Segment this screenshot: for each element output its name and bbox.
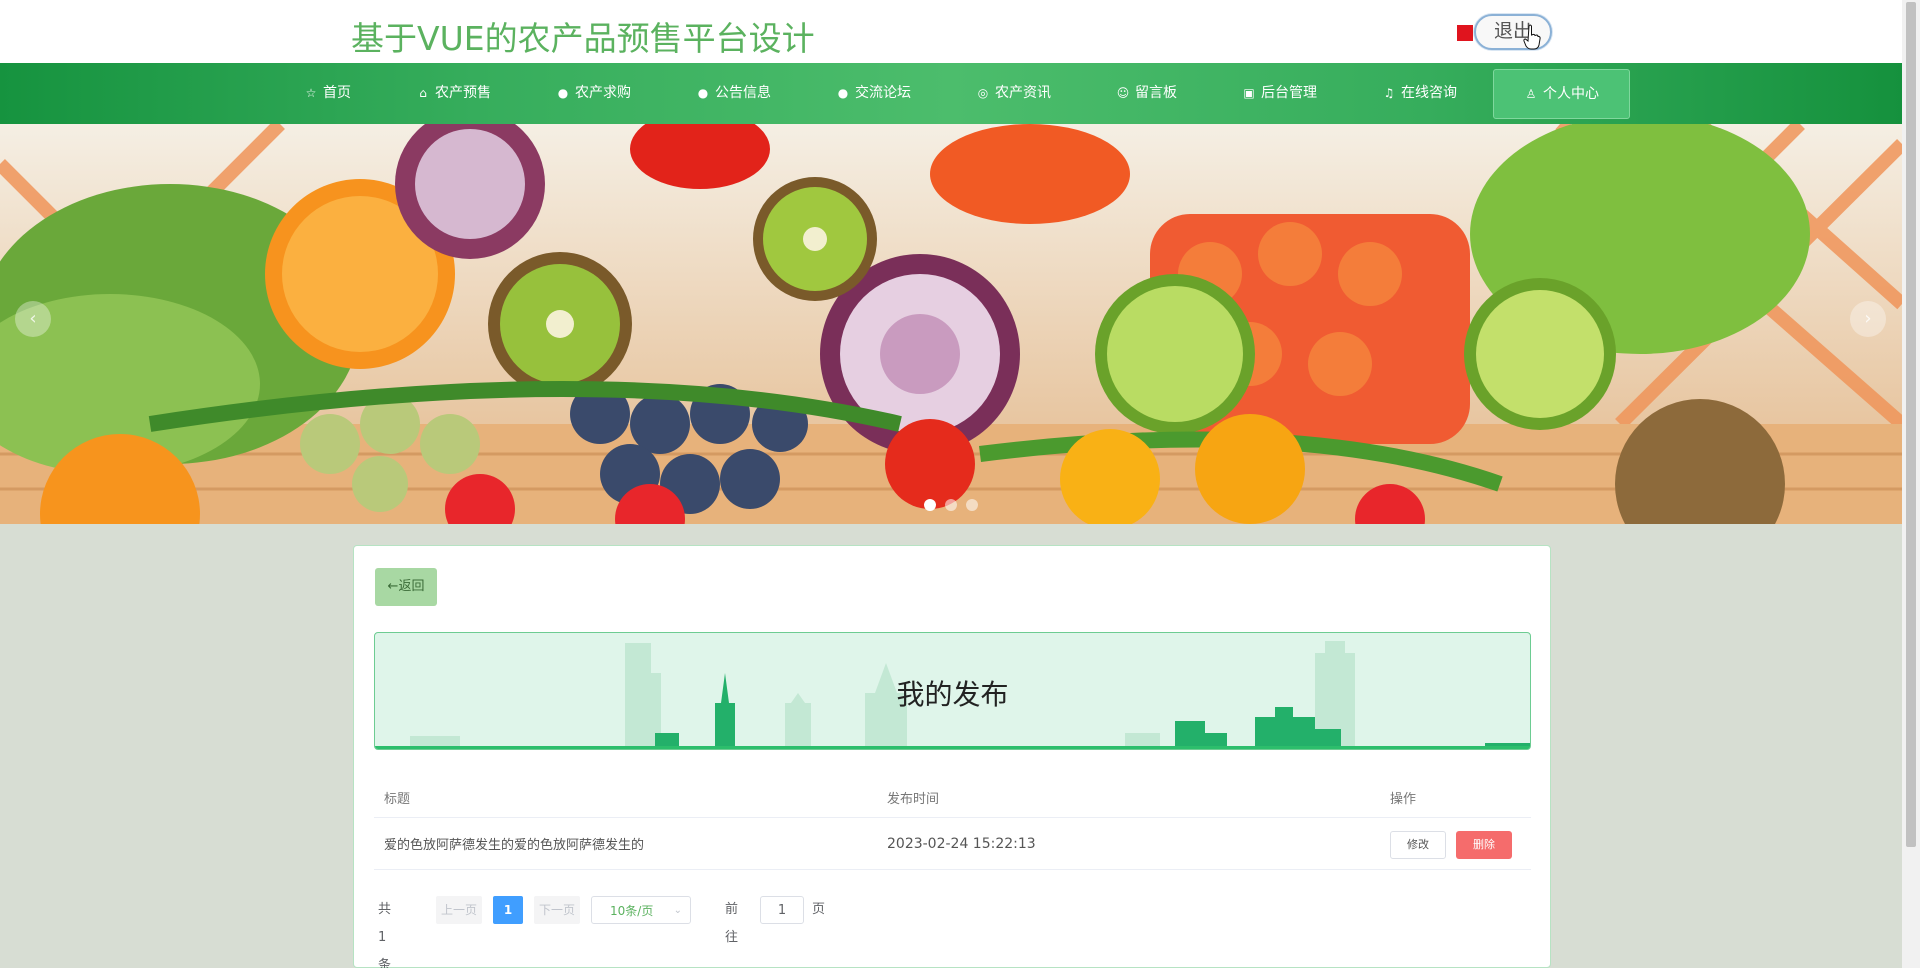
- user-icon: ♙: [1525, 87, 1537, 101]
- table-row[interactable]: 爱的色放阿萨德发生的爱的色放阿萨德发生的 2023-02-24 15:22:13…: [374, 818, 1531, 870]
- box-icon: ▣: [1243, 86, 1255, 100]
- banner-carousel[interactable]: ‹ ›: [0, 124, 1902, 524]
- pagination-total: 共 1 条: [378, 902, 392, 968]
- nav-label: 留言板: [1135, 85, 1177, 101]
- page-hero: 我的发布: [374, 632, 1531, 750]
- headset-icon: ♫: [1383, 86, 1395, 100]
- nav-item-admin[interactable]: ▣ 后台管理: [1242, 63, 1317, 124]
- info-icon: ●: [697, 86, 709, 100]
- content-card: ←返回 我的发布 标题 发布时间 操作 爱的色放阿萨德发生的爱的色放阿萨德发生的…: [353, 545, 1551, 968]
- chevron-down-icon: ⌄: [673, 905, 682, 916]
- page-suffix: 页: [812, 902, 826, 917]
- nav-item-messages[interactable]: ☺ 留言板: [1116, 63, 1177, 124]
- nav-item-purchase[interactable]: ● 农产求购: [556, 63, 631, 124]
- row-publish-time: 2023-02-24 15:22:13: [887, 835, 1036, 852]
- star-icon: ☆: [305, 86, 317, 100]
- scrollbar-thumb[interactable]: [1906, 2, 1916, 847]
- page-title: 我的发布: [896, 678, 1009, 711]
- page-size-select[interactable]: 10条/页 ⌄: [591, 896, 691, 924]
- banner-prev-arrow[interactable]: ‹: [15, 301, 51, 337]
- delete-button[interactable]: 删除: [1456, 831, 1512, 859]
- nav-item-presale[interactable]: ⌂ 农产预售: [416, 63, 491, 124]
- top-header: 基于VUE的农产品预售平台设计 退出: [0, 0, 1902, 63]
- banner-image: [0, 124, 1902, 524]
- nav-item-forum[interactable]: ● 交流论坛: [836, 63, 911, 124]
- nav-item-consult[interactable]: ♫ 在线咨询: [1382, 63, 1457, 124]
- column-header-time: 发布时间: [887, 792, 940, 807]
- nav-item-profile[interactable]: ♙ 个人中心: [1493, 69, 1630, 119]
- carousel-dot[interactable]: [966, 499, 978, 511]
- nav-label: 公告信息: [715, 85, 771, 101]
- carousel-dot[interactable]: [945, 499, 957, 511]
- site-title: 基于VUE的农产品预售平台设计: [351, 19, 815, 58]
- back-button[interactable]: ←返回: [375, 568, 437, 606]
- nav-item-notice[interactable]: ● 公告信息: [696, 63, 771, 124]
- main-nav: ☆ 首页 ⌂ 农产预售 ● 农产求购 ● 公告信息 ● 交流论坛 ◎ 农产资讯 ☺ 留言板 ▣…: [0, 63, 1902, 124]
- column-header-actions: 操作: [1390, 792, 1417, 807]
- carousel-dot[interactable]: [924, 499, 936, 511]
- page-size-value: 10条/页: [610, 904, 654, 918]
- edit-button[interactable]: 修改: [1390, 831, 1446, 859]
- globe-icon: ◎: [977, 86, 989, 100]
- goto-label: 前往: [725, 902, 739, 945]
- nav-label: 后台管理: [1261, 85, 1317, 101]
- nav-item-home[interactable]: ☆ 首页: [304, 63, 351, 124]
- column-header-title: 标题: [384, 792, 411, 807]
- nav-label: 交流论坛: [855, 85, 911, 101]
- table-header: 标题 发布时间 操作: [374, 778, 1531, 818]
- hero-underline: [375, 746, 1530, 749]
- nav-label: 农产预售: [435, 85, 491, 101]
- row-title: 爱的色放阿萨德发生的爱的色放阿萨德发生的: [384, 838, 645, 853]
- nav-label: 农产资讯: [995, 85, 1051, 101]
- page-number-current[interactable]: 1: [493, 896, 523, 924]
- nav-label: 首页: [323, 85, 351, 101]
- nav-label: 个人中心: [1543, 86, 1599, 102]
- nav-label: 农产求购: [575, 85, 631, 101]
- banner-next-arrow[interactable]: ›: [1850, 301, 1886, 337]
- nav-item-news[interactable]: ◎ 农产资讯: [976, 63, 1051, 124]
- goto-page-input[interactable]: 1: [760, 896, 804, 924]
- info-icon: ●: [557, 86, 569, 100]
- hand-cursor-icon: [1523, 24, 1541, 50]
- next-page-button[interactable]: 下一页: [534, 896, 580, 924]
- user-avatar-icon[interactable]: [1457, 25, 1473, 41]
- nav-label: 在线咨询: [1401, 85, 1457, 101]
- prev-page-button[interactable]: 上一页: [436, 896, 482, 924]
- smile-icon: ☺: [1116, 86, 1130, 100]
- bag-icon: ⌂: [419, 86, 427, 100]
- info-icon: ●: [837, 86, 849, 100]
